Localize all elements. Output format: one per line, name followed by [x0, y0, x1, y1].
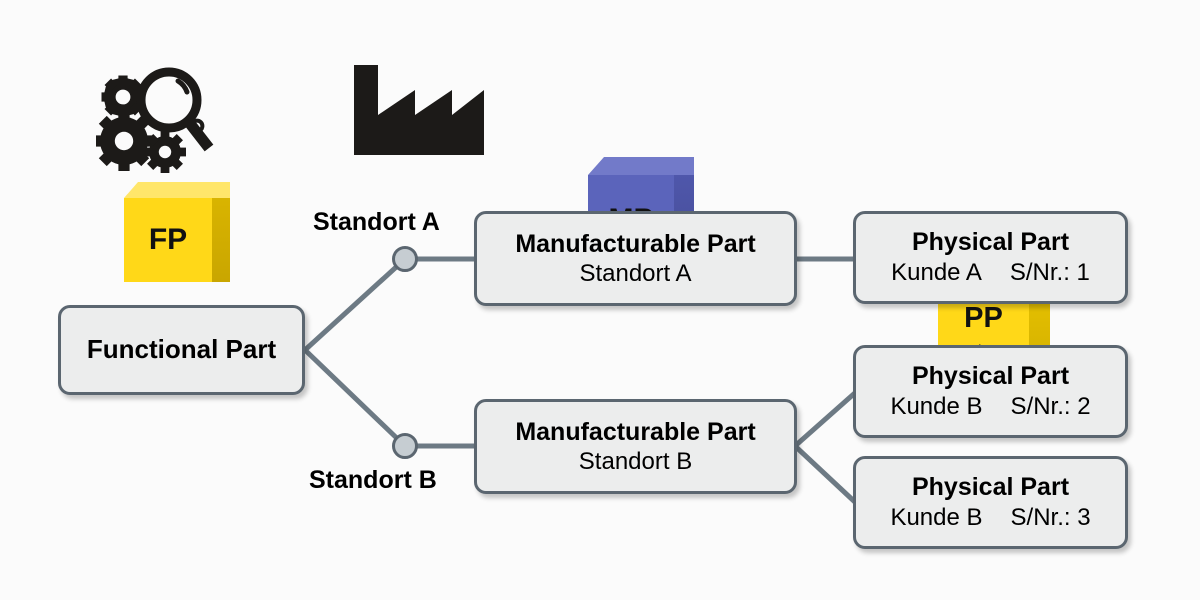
factory-icon-svg: [354, 65, 484, 155]
junction-standort-b[interactable]: [392, 433, 418, 459]
node-physical-part-2-customer: Kunde B: [890, 393, 983, 420]
node-manufacturable-part-b-subtitle: Standort B: [578, 447, 693, 475]
node-manufacturable-part-b-title: Manufacturable Part: [515, 417, 756, 446]
node-physical-part-1[interactable]: Physical Part Kunde A S/Nr.: 1: [853, 211, 1128, 304]
fp-cube-label: FP: [148, 223, 188, 256]
junction-standort-a[interactable]: [392, 246, 418, 272]
node-functional-part-title: Functional Part: [86, 334, 277, 365]
edge-mp-b-to-pp-3: [793, 444, 858, 505]
diagram-canvas: FP MP PP S/Nr. Functional Part Manufactu…: [0, 0, 1200, 600]
edge-fp-to-standort-b: [303, 348, 407, 448]
label-standort-b: Standort B: [309, 466, 437, 494]
node-physical-part-2-details: Kunde B S/Nr.: 2: [890, 393, 1090, 421]
factory-icon: [352, 60, 486, 160]
gears-magnifier-icon: [96, 64, 220, 176]
edge-fp-to-standort-a: [303, 257, 407, 352]
node-physical-part-2-title: Physical Part: [911, 362, 1070, 390]
node-physical-part-1-title: Physical Part: [911, 228, 1070, 256]
fp-cube-side: [212, 198, 230, 282]
node-physical-part-3-customer: Kunde B: [890, 504, 983, 531]
node-manufacturable-part-a-title: Manufacturable Part: [515, 229, 756, 258]
edge-mp-b-to-pp-2: [793, 390, 858, 448]
node-physical-part-2-serial: S/Nr.: 2: [1010, 393, 1091, 420]
node-physical-part-3-title: Physical Part: [911, 473, 1070, 501]
fp-cube: FP: [124, 182, 230, 282]
node-manufacturable-part-b[interactable]: Manufacturable Part Standort B: [474, 399, 797, 494]
fp-cube-front: FP: [124, 198, 212, 282]
fp-cube-top: [124, 182, 230, 198]
node-physical-part-1-serial: S/Nr.: 1: [1009, 259, 1090, 286]
node-physical-part-1-details: Kunde A S/Nr.: 1: [891, 259, 1090, 287]
node-physical-part-3-serial: S/Nr.: 3: [1010, 504, 1091, 531]
node-manufacturable-part-a[interactable]: Manufacturable Part Standort A: [474, 211, 797, 306]
node-physical-part-3[interactable]: Physical Part Kunde B S/Nr.: 3: [853, 456, 1128, 549]
node-physical-part-2[interactable]: Physical Part Kunde B S/Nr.: 2: [853, 345, 1128, 438]
node-physical-part-1-customer: Kunde A: [891, 259, 982, 286]
node-physical-part-3-details: Kunde B S/Nr.: 3: [890, 504, 1090, 532]
node-functional-part[interactable]: Functional Part: [58, 305, 305, 395]
node-manufacturable-part-a-subtitle: Standort A: [579, 259, 692, 287]
pp-cube-label: PP: [964, 301, 1003, 334]
label-standort-a: Standort A: [313, 208, 440, 236]
mp-cube-top: [588, 157, 694, 175]
gears-magnifier-icon-svg: [96, 67, 214, 173]
